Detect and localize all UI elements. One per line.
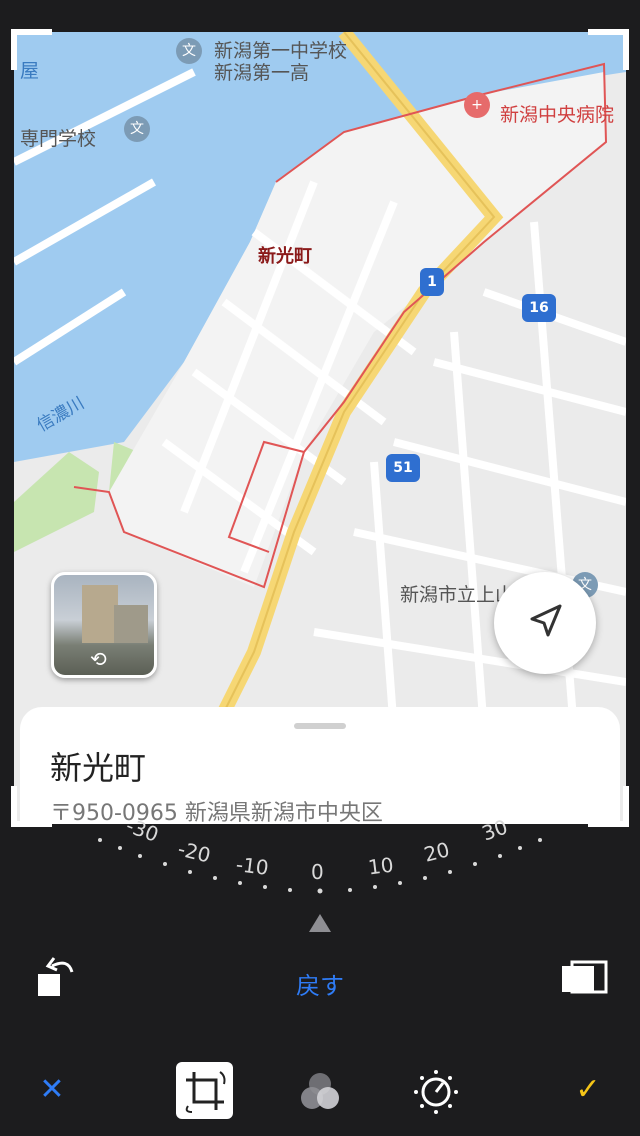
dial-tick-label: 10: [366, 852, 395, 880]
building-image: [114, 605, 148, 643]
aspect-ratio-icon[interactable]: [558, 958, 610, 998]
crop-icon: [185, 1071, 226, 1113]
navigation-arrow-icon: [530, 604, 562, 637]
filters-icon[interactable]: [296, 1068, 344, 1116]
drag-handle[interactable]: [294, 723, 346, 729]
map-image: [14, 32, 626, 736]
road-badge-51[interactable]: 51: [386, 454, 420, 482]
adjust-dial-icon[interactable]: [412, 1068, 460, 1116]
rotate-360-icon: ⟲: [90, 647, 107, 671]
hospital-icon[interactable]: +: [464, 92, 490, 118]
crop-handle-top-right[interactable]: [586, 28, 630, 72]
crop-handle-top-left[interactable]: [10, 28, 54, 72]
place-title: 新光町: [50, 749, 147, 787]
dial-pointer-icon: [309, 914, 331, 932]
cancel-button[interactable]: ✕: [34, 1070, 70, 1110]
building-image: [82, 585, 118, 643]
dial-tick-label: 0: [311, 860, 324, 884]
school-icon[interactable]: 文: [124, 116, 150, 142]
school-icon[interactable]: 文: [176, 38, 202, 64]
street-view-thumbnail[interactable]: ⟲: [51, 572, 157, 678]
map-label-district: 新光町: [258, 246, 312, 267]
map-label-hospital: 新潟中央病院: [500, 104, 615, 126]
done-button[interactable]: ✓: [568, 1070, 608, 1110]
map-label-school-2: 新潟第一高: [214, 62, 310, 84]
road-badge-16[interactable]: 16: [522, 294, 556, 322]
road-badge-1[interactable]: 1: [420, 268, 444, 296]
map-label-vocational: 専門学校: [20, 128, 97, 150]
cropped-photo[interactable]: 新潟第一中学校 新潟第一高 文 屋 専門学校 文 + 新潟中央病院 新光町 信濃…: [14, 32, 626, 824]
locate-button[interactable]: [494, 572, 596, 674]
crop-rotate-tool-button[interactable]: [176, 1062, 233, 1119]
straighten-dial[interactable]: [0, 800, 640, 900]
reset-button[interactable]: 戻す: [270, 966, 370, 1001]
dial-tick-label: -10: [234, 852, 271, 880]
photo-edit-screen: 新潟第一中学校 新潟第一高 文 屋 専門学校 文 + 新潟中央病院 新光町 信濃…: [0, 0, 640, 1136]
rotate-left-icon[interactable]: [32, 952, 80, 1002]
